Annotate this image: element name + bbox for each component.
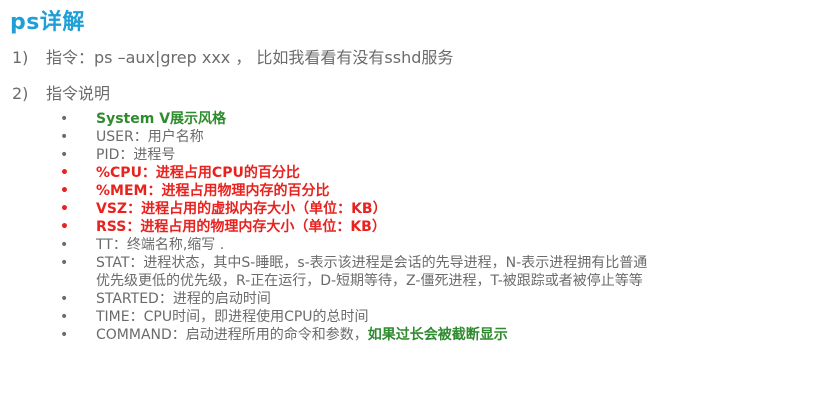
- bullet-icon: •: [60, 237, 69, 253]
- bullet-icon: •: [60, 147, 69, 163]
- bullet-icon: •: [60, 291, 69, 307]
- bullet-icon: •: [60, 129, 69, 145]
- numbered-item-2: 2) 指令说明: [12, 80, 110, 104]
- list-item-text: %CPU：进程占用CPU的百分比: [96, 165, 300, 181]
- page-title: ps详解: [10, 10, 85, 35]
- list-item-text: TT：终端名称,缩写 .: [96, 237, 225, 253]
- bullet-icon: •: [60, 255, 69, 271]
- numbered-item-1: 1) 指令：ps –aux|grep xxx ， 比如我看看有没有sshd服务: [12, 44, 453, 68]
- item-text: 指令说明: [46, 84, 111, 103]
- list-item-text: %MEM：进程占用物理内存的百分比: [96, 183, 330, 199]
- list-item-text: TIME：CPU时间，即进程使用CPU的总时间: [96, 309, 369, 325]
- list-item-text: VSZ：进程占用的虚拟内存大小（单位：KB）: [96, 201, 387, 217]
- list-item: • TIME：CPU时间，即进程使用CPU的总时间: [0, 308, 840, 326]
- item-number: 2): [12, 84, 29, 103]
- bullet-icon: •: [60, 219, 69, 235]
- list-item: • PID：进程号: [0, 146, 840, 164]
- list-item: • USER：用户名称: [0, 128, 840, 146]
- list-item: • STARTED：进程的启动时间: [0, 290, 840, 308]
- bullet-icon: •: [60, 327, 69, 343]
- bullet-icon: •: [60, 201, 69, 217]
- list-item-text: STARTED：进程的启动时间: [96, 291, 271, 307]
- bullet-icon: •: [60, 183, 69, 199]
- list-item: • %CPU：进程占用CPU的百分比: [0, 164, 840, 182]
- list-item: • %MEM：进程占用物理内存的百分比: [0, 182, 840, 200]
- list-item-text: System V展示风格: [96, 111, 227, 127]
- list-item-text: RSS：进程占用的物理内存大小（单位：KB）: [96, 219, 386, 235]
- bullet-icon: •: [60, 165, 69, 181]
- list-item-text-continued: 优先级更低的优先级，R-正在运行，D-短期等待，Z-僵死进程，T-被跟踪或者被停…: [96, 273, 643, 289]
- list-item: • COMMAND：启动进程所用的命令和参数，如果过长会被截断显示: [0, 326, 840, 344]
- bullet-icon: •: [60, 309, 69, 325]
- list-item: • TT：终端名称,缩写 .: [0, 236, 840, 254]
- list-item-text: PID：进程号: [96, 147, 176, 163]
- list-item: • STAT：进程状态，其中S-睡眠，s-表示该进程是会话的先导进程，N-表示进…: [0, 254, 840, 290]
- list-item: • VSZ：进程占用的虚拟内存大小（单位：KB）: [0, 200, 840, 218]
- list-item-text: COMMAND：启动进程所用的命令和参数，: [96, 327, 368, 343]
- list-item-text-emphasis: 如果过长会被截断显示: [367, 327, 508, 343]
- list-item-text: STAT：进程状态，其中S-睡眠，s-表示该进程是会话的先导进程，N-表示进程拥…: [96, 255, 648, 271]
- bullet-icon: •: [60, 111, 69, 127]
- bullet-list: • System V展示风格 • USER：用户名称 • PID：进程号 • %…: [0, 110, 840, 344]
- item-number: 1): [12, 48, 29, 67]
- list-item: • System V展示风格: [0, 110, 840, 128]
- item-text: 指令：ps –aux|grep xxx ， 比如我看看有没有sshd服务: [46, 48, 454, 67]
- list-item: • RSS：进程占用的物理内存大小（单位：KB）: [0, 218, 840, 236]
- list-item-text: USER：用户名称: [96, 129, 204, 145]
